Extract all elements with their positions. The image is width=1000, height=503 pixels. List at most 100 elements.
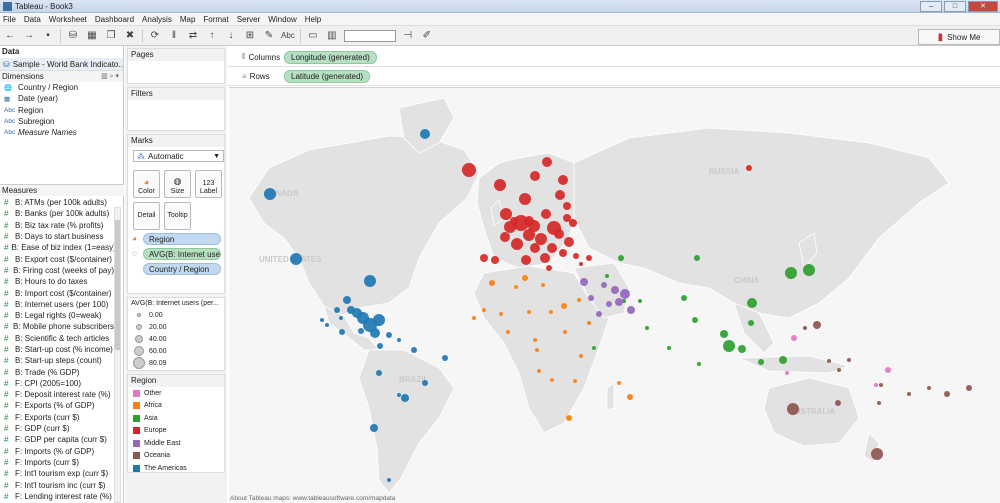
- dimension-country-region[interactable]: 🌐 Country / Region: [0, 82, 123, 93]
- country-circle-mark[interactable]: [579, 262, 583, 266]
- measure-field[interactable]: # B: Legal rights (0=weak): [0, 310, 114, 321]
- country-circle-mark[interactable]: [462, 163, 476, 177]
- region-legend-item[interactable]: Other: [128, 387, 224, 400]
- measure-field[interactable]: # F: GDP (curr $): [0, 423, 114, 434]
- country-circle-mark[interactable]: [779, 356, 787, 364]
- country-circle-mark[interactable]: [694, 255, 700, 261]
- country-circle-mark[interactable]: [601, 282, 607, 288]
- region-color-pill[interactable]: Region: [143, 233, 221, 245]
- country-circle-mark[interactable]: [573, 379, 577, 383]
- country-circle-mark[interactable]: [827, 359, 831, 363]
- country-circle-mark[interactable]: [377, 343, 383, 349]
- country-circle-mark[interactable]: [530, 243, 540, 253]
- filters-card[interactable]: Filters: [127, 87, 225, 131]
- country-circle-mark[interactable]: [785, 267, 797, 279]
- size-button[interactable]: ◍ Size: [164, 170, 191, 198]
- country-circle-mark[interactable]: [720, 330, 728, 338]
- measure-field[interactable]: # F: Exports (% of GDP): [0, 400, 114, 411]
- measure-field[interactable]: # B: Internet users (per 100): [0, 299, 114, 310]
- measure-field[interactable]: # F: Int'l tourism inc (curr $): [0, 479, 114, 490]
- dimensions-menu-icons[interactable]: ▥ ⌕ ▾: [101, 72, 119, 81]
- country-circle-mark[interactable]: [563, 202, 571, 210]
- dimension-region[interactable]: Abc Region: [0, 105, 123, 116]
- country-circle-mark[interactable]: [605, 274, 609, 278]
- region-legend-item[interactable]: Africa: [128, 400, 224, 413]
- country-circle-mark[interactable]: [592, 346, 596, 350]
- menu-analysis[interactable]: Analysis: [142, 15, 172, 24]
- tooltip-button[interactable]: Tooltip: [164, 202, 191, 230]
- country-circle-mark[interactable]: [573, 253, 579, 259]
- country-circle-mark[interactable]: [472, 316, 476, 320]
- country-circle-mark[interactable]: [874, 383, 878, 387]
- country-circle-mark[interactable]: [555, 190, 565, 200]
- country-circle-mark[interactable]: [586, 255, 592, 261]
- measure-field[interactable]: # F: Imports (curr $): [0, 457, 114, 468]
- show-me-button[interactable]: ▮ Show Me: [918, 29, 1000, 45]
- duplicate-icon[interactable]: ❐: [104, 30, 118, 42]
- map-view[interactable]: RUSSIA CHINA BRAZIL AUSTRALIA UNITED STA…: [229, 87, 1000, 503]
- country-circle-mark[interactable]: [491, 256, 499, 264]
- clear-sheet-icon[interactable]: ✖: [123, 30, 137, 42]
- measure-field[interactable]: # B: Start-up cost (% income): [0, 344, 114, 355]
- country-circle-mark[interactable]: [564, 237, 574, 247]
- country-circle-mark[interactable]: [540, 253, 550, 263]
- country-circle-mark[interactable]: [547, 243, 557, 253]
- datasource-item[interactable]: ⛁ Sample - World Bank Indicato...: [0, 58, 123, 70]
- columns-shelf[interactable]: ⦀ Columns Longitude (generated): [228, 48, 1000, 67]
- country-circle-mark[interactable]: [566, 415, 572, 421]
- fit-dropdown[interactable]: [343, 29, 396, 42]
- detail-button[interactable]: Detail: [133, 202, 160, 230]
- presentation-icon[interactable]: ▭: [306, 30, 320, 42]
- country-circle-mark[interactable]: [558, 175, 568, 185]
- measure-field[interactable]: # B: Trade (% GDP): [0, 366, 114, 377]
- measure-field[interactable]: # B: ATMs (per 100k adults): [0, 197, 114, 208]
- sort-desc-icon[interactable]: ↓: [224, 30, 238, 42]
- country-circle-mark[interactable]: [546, 265, 552, 271]
- country-circle-mark[interactable]: [580, 278, 588, 286]
- country-circle-mark[interactable]: [500, 208, 512, 220]
- menu-format[interactable]: Format: [203, 15, 228, 24]
- country-circle-mark[interactable]: [489, 280, 495, 286]
- menu-dashboard[interactable]: Dashboard: [95, 15, 134, 24]
- country-circle-mark[interactable]: [514, 285, 518, 289]
- country-circle-mark[interactable]: [879, 383, 883, 387]
- menu-window[interactable]: Window: [268, 15, 296, 24]
- country-circle-mark[interactable]: [877, 401, 881, 405]
- measure-field[interactable]: # F: Deposit interest rate (%): [0, 389, 114, 400]
- country-circle-mark[interactable]: [791, 335, 797, 341]
- measure-field[interactable]: # B: Import cost ($/container): [0, 287, 114, 298]
- country-circle-mark[interactable]: [620, 289, 630, 299]
- menu-map[interactable]: Map: [180, 15, 196, 24]
- country-circle-mark[interactable]: [519, 193, 531, 205]
- country-circle-mark[interactable]: [370, 328, 380, 338]
- country-circle-mark[interactable]: [944, 391, 950, 397]
- measure-field[interactable]: # B: Biz tax rate (% profits): [0, 220, 114, 231]
- country-circle-mark[interactable]: [738, 345, 746, 353]
- close-button[interactable]: ✕: [968, 1, 998, 12]
- country-circle-mark[interactable]: [697, 362, 701, 366]
- fit-icon[interactable]: ▥: [325, 30, 339, 42]
- country-circle-mark[interactable]: [420, 129, 430, 139]
- back-icon[interactable]: ←: [3, 30, 17, 42]
- country-circle-mark[interactable]: [723, 340, 735, 352]
- show-labels-button[interactable]: Abc: [281, 31, 295, 40]
- country-circle-mark[interactable]: [588, 295, 594, 301]
- measure-field[interactable]: # F: Exports (curr $): [0, 412, 114, 423]
- country-circle-mark[interactable]: [510, 217, 518, 225]
- country-circle-mark[interactable]: [339, 316, 343, 320]
- country-circle-mark[interactable]: [506, 330, 510, 334]
- country-circle-mark[interactable]: [482, 308, 486, 312]
- country-circle-mark[interactable]: [747, 298, 757, 308]
- country-circle-mark[interactable]: [563, 330, 567, 334]
- measure-field[interactable]: # B: Scientific & tech articles: [0, 333, 114, 344]
- country-circle-mark[interactable]: [422, 380, 428, 386]
- country-circle-mark[interactable]: [370, 424, 378, 432]
- pages-card[interactable]: Pages: [127, 48, 225, 84]
- country-circle-mark[interactable]: [966, 385, 972, 391]
- pause-icon[interactable]: ‖: [167, 30, 181, 42]
- fix-axes-icon[interactable]: ⊣: [401, 30, 415, 42]
- country-circle-mark[interactable]: [577, 298, 581, 302]
- country-circle-mark[interactable]: [264, 188, 276, 200]
- country-circle-mark[interactable]: [803, 326, 807, 330]
- country-circle-mark[interactable]: [511, 238, 523, 250]
